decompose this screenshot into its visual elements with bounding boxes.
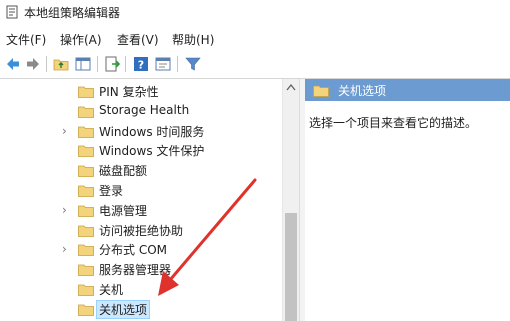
toolbar-separator [177,56,178,72]
tree-item-label: 关机选项 [95,299,151,319]
toolbar-separator [46,56,47,72]
title-bar: 本地组策略编辑器 [0,0,510,24]
folder-icon [78,145,94,158]
back-icon[interactable] [4,55,22,73]
chevron-right-icon[interactable]: › [62,124,72,138]
details-description: 选择一个项目来查看它的描述。 [309,116,478,130]
policy-editor-icon [6,5,18,19]
toolbar-separator [97,56,98,72]
export-list-icon[interactable] [103,55,121,73]
help-icon[interactable]: ? [132,55,150,73]
details-pane: 关机选项 选择一个项目来查看它的描述。 [305,79,510,321]
tree-item[interactable]: Windows 文件保护 [0,141,282,160]
tree-scrollbar[interactable] [282,79,299,321]
menu-help[interactable]: 帮助(H) [172,31,214,48]
tree-item[interactable]: Storage Health [0,102,282,121]
menu-bar: 文件(F) 操作(A) 查看(V) 帮助(H) [0,28,510,50]
menu-view[interactable]: 查看(V) [117,31,159,48]
tree-item-label: 服务器管理器 [99,263,172,278]
folder-icon [78,264,94,277]
tree-item[interactable]: 关机选项 [0,299,282,319]
folder-icon [78,225,94,237]
folder-icon [78,185,94,197]
tree-pane: PIN 复杂性 Storage Health › Windows 时间服务 Window… [0,79,300,321]
tree-item-label: Storage Health [99,102,190,117]
tree-item[interactable]: › Windows 时间服务 [0,122,282,141]
folder-icon [78,86,94,98]
tree-item[interactable]: › 电源管理 [0,201,282,220]
up-folder-icon[interactable] [52,55,70,73]
tree-item-label: 磁盘配额 [99,164,148,179]
show-hide-tree-icon[interactable] [74,55,92,73]
tree-item-label: 电源管理 [99,203,148,218]
tree-item[interactable]: › 分布式 COM [0,240,282,259]
chevron-right-icon[interactable]: › [62,203,72,217]
details-header: 关机选项 [305,79,510,101]
chevron-right-icon[interactable]: › [62,242,72,256]
folder-icon [78,244,94,257]
tree-item[interactable]: 磁盘配额 [0,161,282,180]
tree-item[interactable]: 关机 [0,280,282,299]
svg-text:?: ? [138,59,144,72]
toolbar-separator [125,56,126,72]
folder-icon [78,106,94,118]
tree-item-label: 登录 [99,184,124,198]
tree-item-label: Windows 时间服务 [99,124,205,139]
tree-item[interactable]: 登录 [0,181,282,200]
forward-icon[interactable] [24,55,42,73]
tree-item-label: PIN 复杂性 [99,85,159,99]
menu-file[interactable]: 文件(F) [6,31,46,48]
window-title: 本地组策略编辑器 [24,6,121,20]
menu-action[interactable]: 操作(A) [60,31,102,48]
folder-icon [78,165,94,178]
folder-icon [313,85,329,97]
tree-item-label: Windows 文件保护 [99,144,205,159]
folder-icon [78,126,94,138]
tree-item-label: 分布式 COM [99,243,167,258]
folder-icon [78,205,94,217]
filter-icon[interactable] [184,55,202,73]
tree-item-label: 关机 [99,283,124,297]
scroll-thumb[interactable] [285,213,297,321]
toolbar: ? [0,52,510,76]
tree-item-label: 访问被拒绝协助 [99,223,184,238]
folder-icon [78,284,94,296]
tree-item[interactable]: 访问被拒绝协助 [0,221,282,240]
tree-item[interactable]: PIN 复杂性 [0,82,282,101]
scroll-up-icon[interactable] [286,83,296,91]
folder-icon [78,304,94,316]
properties-icon[interactable] [154,55,172,73]
details-header-title: 关机选项 [338,84,387,98]
tree-item[interactable]: 服务器管理器 [0,260,282,279]
